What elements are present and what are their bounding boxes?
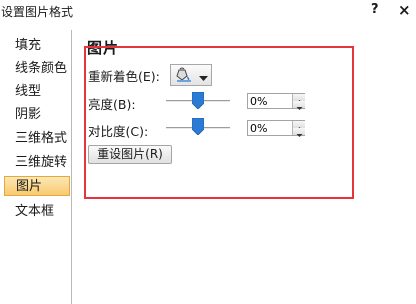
dialog-titlebar: 设置图片格式 ? × bbox=[0, 0, 416, 26]
sidebar-item-fill[interactable]: 填充 bbox=[4, 36, 70, 56]
dialog-title: 设置图片格式 bbox=[1, 5, 74, 19]
highlight-annotation-box bbox=[84, 46, 354, 199]
category-sidebar: 填充 线条颜色 线型 阴影 三维格式 三维旋转 图片 文本框 bbox=[0, 30, 72, 304]
sidebar-item-line-color[interactable]: 线条颜色 bbox=[4, 59, 70, 79]
sidebar-item-picture[interactable]: 图片 bbox=[4, 176, 70, 196]
sidebar-item-3d-rotation[interactable]: 三维旋转 bbox=[4, 153, 70, 173]
sidebar-item-text-box[interactable]: 文本框 bbox=[4, 202, 70, 222]
help-button[interactable]: ? bbox=[371, 2, 379, 17]
sidebar-item-3d-format[interactable]: 三维格式 bbox=[4, 129, 70, 149]
close-button[interactable]: × bbox=[398, 1, 411, 19]
sidebar-item-shadow[interactable]: 阴影 bbox=[4, 105, 70, 125]
sidebar-item-line-style[interactable]: 线型 bbox=[4, 82, 70, 102]
